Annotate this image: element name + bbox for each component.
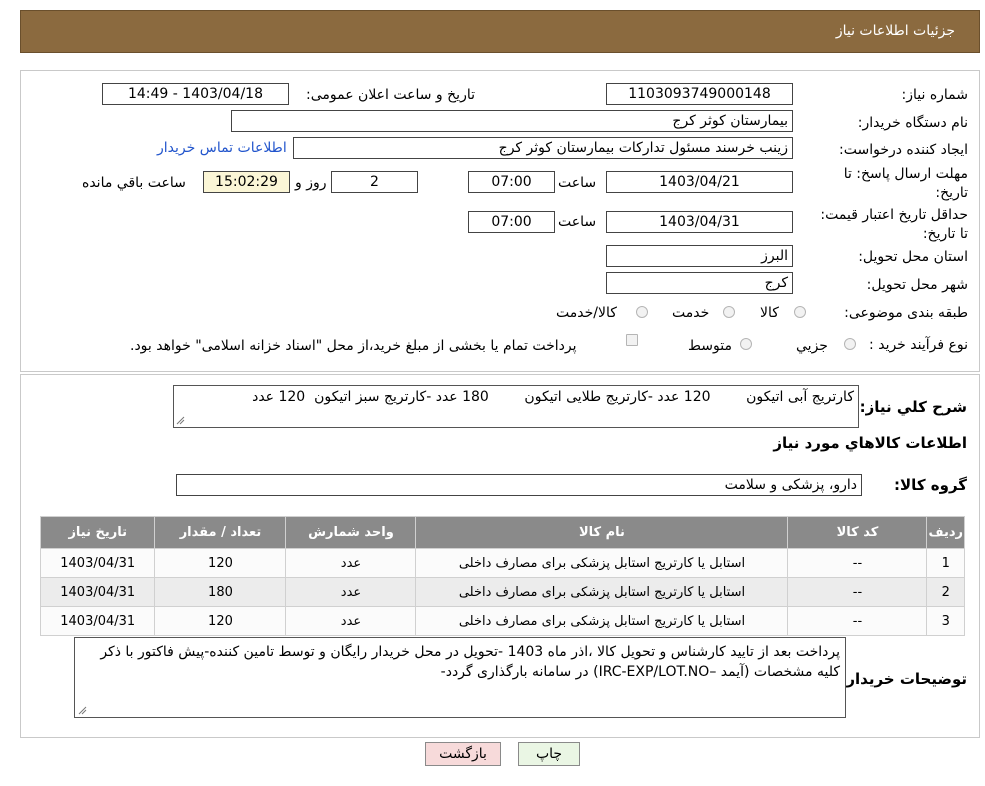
validity-time-field: 07:00 [468,211,555,233]
process-medium-label: متوسط [688,338,732,354]
item-name: استابل یا کارتریج استابل پزشکی برای مصار… [415,548,789,578]
remaining-time-field: 15:02:29 [203,171,290,193]
item-quantity: 120 [154,548,287,578]
category-service-label: خدمت [672,305,710,321]
col-item-name: نام كالا [415,516,789,549]
resize-grip-icon[interactable] [78,706,87,715]
row-number: 2 [926,577,965,607]
table-row: 2 -- استابل یا کارتریج استابل پزشکی برای… [39,577,965,607]
item-name: استابل یا کارتریج استابل پزشکی برای مصار… [415,606,789,636]
deadline-date-field: 1403/04/21 [606,171,793,193]
row-number: 3 [926,606,965,636]
item-code: -- [787,577,928,607]
category-service-radio[interactable] [723,306,735,318]
back-button[interactable]: بازگشت [425,742,501,766]
treasury-docs-checkbox[interactable] [626,334,638,346]
deadline-time-field: 07:00 [468,171,555,193]
buyer-notes-label: توضیحات خریدار: [840,670,967,688]
buyer-org-label: نام دستگاه خریدار: [857,115,968,131]
deadline-label: مهلت ارسال پاسخ: تا تاریخ: [843,166,968,201]
buyer-notes-text: پرداخت بعد از تایید کارشناس و تحویل کالا… [74,637,846,718]
goods-group-field: دارو، پزشکی و سلامت [176,474,862,496]
buyer-notes-content: پرداخت بعد از تایید کارشناس و تحویل کالا… [100,644,840,680]
province-field: البرز [606,245,793,267]
deadline-time-label: ساعت [558,175,597,191]
need-number-label: شماره نیاز: [901,87,969,103]
item-need-date: 1403/04/31 [39,606,156,636]
resize-grip-icon[interactable] [176,416,185,425]
category-goods-radio[interactable] [794,306,806,318]
col-unit: واحد شمارش [285,516,417,549]
creator-label: ایجاد کننده درخواست: [839,142,968,158]
table-row: 3 -- استابل یا کارتریج استابل پزشکی برای… [39,606,965,636]
print-button[interactable]: چاپ [518,742,580,766]
item-unit: عدد [285,577,417,607]
col-item-code: كد كالا [787,516,928,549]
item-name: استابل یا کارتریج استابل پزشکی برای مصار… [415,577,789,607]
page-header: جزئیات اطلاعات نیاز [20,10,980,53]
item-quantity: 120 [154,606,287,636]
category-goods-service-label: کالا/خدمت [556,305,617,321]
days-remaining-field: 2 [331,171,418,193]
validity-label: حداقل تاریخ اعتبار قیمت: تا تاریخ: [820,207,968,242]
goods-group-label: گروه كالا: [894,476,967,494]
item-need-date: 1403/04/31 [39,577,156,607]
item-unit: عدد [285,548,417,578]
item-unit: عدد [285,606,417,636]
item-code: -- [787,606,928,636]
process-minor-radio[interactable] [844,338,856,350]
buyer-org-field: بیمارستان کوثر کرج [231,110,793,132]
province-label: استان محل تحویل: [858,249,968,265]
summary-text: کارتریج آبی اتیکون 120 عدد -کارتریج طلای… [173,385,859,428]
process-medium-radio[interactable] [740,338,752,350]
city-label: شهر محل تحویل: [866,277,968,293]
col-need-date: تاريخ نياز [39,516,156,549]
col-quantity: تعداد / مقدار [154,516,287,549]
row-number: 1 [926,548,965,578]
days-label: روز و [295,175,327,191]
announce-datetime-field: 1403/04/18 - 14:49 [102,83,289,105]
need-number-field: 1103093749000148 [606,83,793,105]
item-code: -- [787,548,928,578]
page-title: جزئیات اطلاعات نیاز [835,23,955,39]
creator-field: زینب خرسند مسئول تدارکات بیمارستان کوثر … [293,137,793,159]
process-minor-label: جزیي [796,338,828,354]
validity-time-label: ساعت [558,214,597,230]
city-field: کرج [606,272,793,294]
summary-label: شرح كلي نياز: [859,398,967,416]
category-goods-label: کالا [760,305,779,321]
category-label: طبقه بندی موضوعی: [844,305,968,321]
item-need-date: 1403/04/31 [39,548,156,578]
remaining-time-label: ساعت باقي مانده [82,175,186,191]
summary-text-content: کارتریج آبی اتیکون 120 عدد -کارتریج طلای… [252,389,854,405]
item-quantity: 180 [154,577,287,607]
category-goods-service-radio[interactable] [636,306,648,318]
announce-datetime-label: تاریخ و ساعت اعلان عمومی: [306,87,475,103]
buyer-contact-link[interactable]: اطلاعات تماس خریدار [157,140,287,156]
table-row: 1 -- استابل یا کارتریج استابل پزشکی برای… [39,548,965,578]
col-row-number: رديف [926,516,965,549]
items-table: رديف كد كالا نام كالا واحد شمارش تعداد /… [39,516,965,636]
process-label: نوع فرآیند خرید : [869,337,968,353]
validity-date-field: 1403/04/31 [606,211,793,233]
goods-section-title: اطلاعات كالاهاي مورد نياز [773,434,967,452]
table-header-row: رديف كد كالا نام كالا واحد شمارش تعداد /… [39,516,965,549]
process-note: پرداخت تمام یا بخشی از مبلغ خرید،از محل … [130,338,577,354]
